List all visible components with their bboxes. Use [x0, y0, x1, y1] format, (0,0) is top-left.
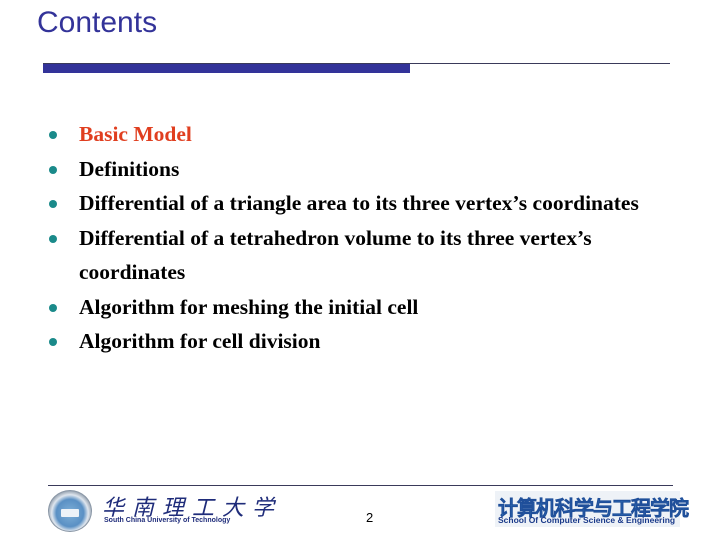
contents-item-label: Differential of a tetrahedron volume to … [79, 225, 592, 285]
bullet-dot-icon [49, 131, 57, 139]
page-number: 2 [366, 510, 374, 525]
bullet-dot-icon [49, 200, 57, 208]
slide-title: Contents [37, 6, 158, 39]
contents-item-triangle-differential: Differential of a triangle area to its t… [44, 186, 664, 221]
contents-list: Basic Model Definitions Differential of … [44, 117, 664, 359]
bullet-dot-icon [49, 234, 57, 243]
contents-item-label: Differential of a triangle area to its t… [79, 191, 639, 215]
contents-item-definitions: Definitions [44, 152, 664, 187]
school-name-en: School Of Computer Science & Engineering [498, 515, 676, 525]
university-logo: 华南理工大学 South China University of Technol… [48, 488, 274, 532]
university-name-en: South China University of Technology [104, 517, 231, 524]
bullet-dot-icon [49, 303, 57, 312]
contents-item-cell-division-algorithm: Algorithm for cell division [44, 324, 664, 359]
bullet-dot-icon [49, 338, 57, 346]
contents-item-basic-model: Basic Model [44, 117, 664, 152]
footer-divider [48, 485, 673, 486]
contents-item-label: Basic Model [79, 122, 192, 146]
bullet-dot-icon [49, 165, 57, 174]
contents-item-meshing-algorithm: Algorithm for meshing the initial cell [44, 290, 664, 325]
school-logo: 计算机科学与工程学院 School Of Computer Science & … [495, 491, 689, 527]
contents-item-tetrahedron-differential: Differential of a tetrahedron volume to … [44, 221, 664, 290]
contents-item-label: Algorithm for meshing the initial cell [79, 294, 419, 319]
contents-item-label: Definitions [79, 156, 180, 181]
university-seal-icon [48, 490, 92, 532]
title-accent-bar [43, 64, 410, 73]
contents-item-label: Algorithm for cell division [79, 329, 321, 353]
seal-building-shape [61, 509, 79, 517]
